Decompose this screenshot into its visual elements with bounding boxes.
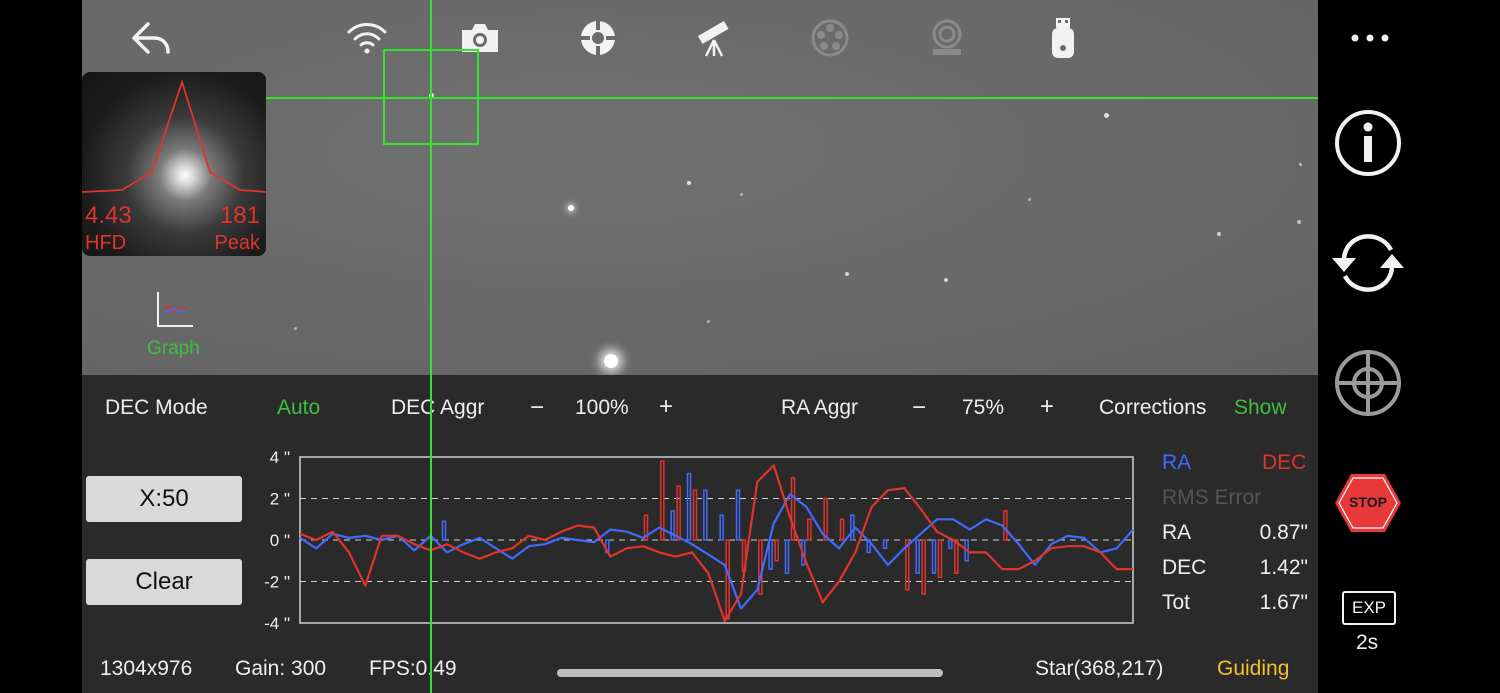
graph-label: Graph bbox=[147, 338, 200, 359]
star bbox=[1028, 198, 1031, 201]
star bbox=[845, 272, 849, 276]
dec-correction-bar bbox=[676, 485, 681, 541]
dec-correction-bar bbox=[839, 518, 845, 541]
rms-error-title: RMS Error bbox=[1162, 486, 1262, 509]
star bbox=[1217, 232, 1221, 236]
star bbox=[1299, 163, 1302, 166]
rms-dec-value: 1.42" bbox=[1259, 556, 1308, 579]
clear-button[interactable]: Clear bbox=[86, 559, 242, 605]
dec-aggr-value: 100% bbox=[575, 396, 629, 419]
ra-aggr-label: RA Aggr bbox=[781, 396, 859, 419]
ra-correction-bar bbox=[931, 539, 937, 574]
y-tick-label: -4 " bbox=[264, 614, 290, 633]
exposure-button[interactable]: EXP bbox=[1342, 591, 1396, 625]
guiding-status: Guiding bbox=[1217, 657, 1290, 680]
info-icon[interactable] bbox=[1333, 108, 1403, 178]
guide-graph: 4 " 2 " 0 " -2 " -4 " bbox=[264, 448, 1134, 633]
dec-series-line bbox=[299, 464, 1133, 622]
star bbox=[687, 181, 691, 185]
star bbox=[1297, 220, 1301, 224]
hfd-label: HFD bbox=[85, 232, 127, 254]
rotator-icon[interactable] bbox=[925, 16, 969, 60]
crosshair-target-icon[interactable] bbox=[1333, 348, 1403, 418]
dec-aggr-label: DEC Aggr bbox=[391, 396, 485, 419]
scale-button[interactable]: X:50 bbox=[86, 476, 242, 522]
ra-correction-bar bbox=[719, 514, 724, 541]
y-tick-label: 0 " bbox=[270, 531, 290, 550]
ra-correction-bar bbox=[735, 489, 741, 541]
rms-tot-value: 1.67" bbox=[1259, 591, 1308, 614]
star bbox=[294, 327, 297, 330]
star bbox=[944, 278, 948, 282]
ra-correction-bar bbox=[703, 489, 708, 541]
ra-correction-bar bbox=[850, 514, 855, 541]
guide-target-icon[interactable] bbox=[576, 16, 620, 60]
rms-tot-label: Tot bbox=[1162, 591, 1191, 614]
y-tick-label: 4 " bbox=[270, 448, 290, 467]
peak-value: 181 bbox=[219, 202, 260, 229]
dec-correction-bar bbox=[725, 539, 730, 620]
corrections-label: Corrections bbox=[1099, 396, 1207, 419]
legend-ra: RA bbox=[1162, 451, 1192, 474]
ra-correction-bar bbox=[441, 520, 447, 541]
ra-aggr-plus-button[interactable]: + bbox=[1040, 393, 1054, 421]
left-margin bbox=[0, 0, 82, 693]
dec-correction-bar bbox=[921, 539, 926, 595]
graph-icon bbox=[157, 292, 193, 327]
ra-correction-bar bbox=[948, 539, 953, 550]
ra-aggr-value: 75% bbox=[962, 396, 1005, 419]
star-position-readout: Star(368,217) bbox=[1035, 657, 1164, 680]
star bbox=[1104, 113, 1109, 118]
usb-drive-icon[interactable] bbox=[1041, 16, 1085, 60]
ra-correction-bar bbox=[686, 472, 692, 541]
ra-aggr-minus-button[interactable]: − bbox=[912, 394, 926, 422]
gain-readout: Gain: 300 bbox=[235, 657, 327, 680]
dec-correction-bar bbox=[1003, 510, 1008, 541]
dec-correction-bar bbox=[954, 539, 959, 574]
dec-aggr-minus-button[interactable]: − bbox=[530, 394, 544, 422]
star bbox=[740, 193, 743, 196]
ra-correction-bar bbox=[915, 539, 920, 574]
star bbox=[707, 320, 710, 323]
rms-ra-value: 0.87" bbox=[1259, 521, 1308, 544]
refresh-icon[interactable] bbox=[1330, 228, 1406, 298]
ra-correction-bar bbox=[784, 539, 790, 574]
right-sidebar bbox=[1318, 0, 1500, 693]
y-tick-label: 2 " bbox=[270, 490, 290, 509]
stop-button[interactable]: STOP bbox=[1334, 473, 1402, 533]
filter-wheel-icon[interactable] bbox=[808, 16, 852, 60]
legend-dec: DEC bbox=[1262, 451, 1307, 474]
telescope-icon[interactable] bbox=[692, 16, 736, 60]
fps-readout: FPS:0.49 bbox=[369, 657, 457, 680]
hfd-panel: 4.43 HFD 181 Peak bbox=[82, 72, 266, 256]
dec-correction-bar bbox=[823, 497, 828, 541]
rms-dec-label: DEC bbox=[1162, 556, 1207, 579]
home-indicator[interactable] bbox=[557, 669, 943, 677]
peak-label: Peak bbox=[214, 232, 260, 254]
graph-button[interactable]: Graph bbox=[140, 290, 210, 365]
star bbox=[604, 354, 618, 368]
ra-correction-bar bbox=[882, 539, 888, 550]
y-tick-label: -2 " bbox=[264, 573, 290, 592]
guide-star-selection-box[interactable] bbox=[383, 49, 479, 145]
dec-correction-bar bbox=[937, 539, 943, 579]
dec-correction-bar bbox=[807, 518, 812, 541]
hfd-value: 4.43 bbox=[85, 202, 132, 229]
dec-mode-value[interactable]: Auto bbox=[277, 396, 320, 420]
dec-correction-bar bbox=[692, 489, 698, 541]
stop-label: STOP bbox=[1349, 494, 1387, 510]
ra-series-line bbox=[299, 493, 1134, 610]
exposure-label: EXP bbox=[1351, 598, 1387, 617]
rms-ra-label: RA bbox=[1162, 521, 1192, 544]
exposure-value: 2s bbox=[1356, 631, 1379, 654]
dec-aggr-plus-button[interactable]: + bbox=[659, 393, 673, 421]
dec-correction-bar bbox=[774, 539, 779, 562]
more-options-icon[interactable] bbox=[1348, 28, 1392, 48]
corrections-toggle[interactable]: Show bbox=[1234, 396, 1287, 420]
back-icon[interactable] bbox=[128, 16, 172, 60]
resolution-readout: 1304x976 bbox=[100, 657, 193, 680]
dec-mode-label: DEC Mode bbox=[105, 396, 208, 419]
star bbox=[568, 205, 574, 211]
